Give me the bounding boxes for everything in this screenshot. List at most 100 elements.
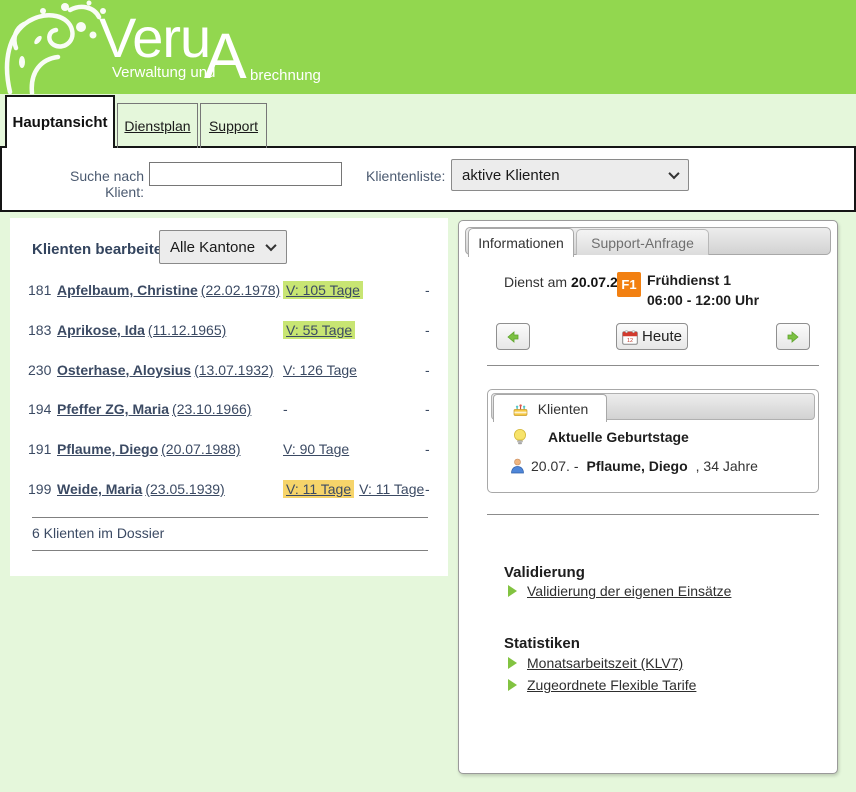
client-row: 194 Pfeffer ZG, Maria(23.10.1966) - - (10, 401, 448, 441)
duty-date-label: Dienst am20.07.22: (504, 274, 629, 290)
client-id: 230 (28, 362, 57, 378)
statistics-link-row: Zugeordnete Flexible Tarife (508, 677, 696, 693)
vacation-link[interactable]: V: 90 Tage (283, 441, 349, 457)
chevron-down-icon (265, 240, 276, 251)
client-list-label: Klientenliste: (366, 168, 445, 184)
client-name-link[interactable]: Pflaume, Diego(20.07.1988) (57, 441, 283, 457)
vacation-link[interactable]: V: 105 Tage (283, 281, 363, 299)
main-tab-bar: Hauptansicht Dienstplan Support (0, 94, 856, 148)
logo-tagline-left: Verwaltung und (112, 64, 215, 81)
tab-support[interactable]: Support (200, 103, 267, 148)
floral-decoration-icon (2, 0, 114, 94)
canton-filter-select[interactable]: Alle Kantone (159, 230, 287, 264)
client-dash: - (425, 481, 439, 497)
birthday-cake-icon (512, 401, 529, 417)
client-name-link[interactable]: Weide, Maria(23.05.1939) (57, 481, 283, 497)
previous-day-button[interactable] (496, 323, 530, 350)
vacation-cell: V: 105 Tage (283, 282, 425, 298)
green-triangle-icon (508, 585, 517, 597)
tab-support-anfrage[interactable]: Support-Anfrage (576, 229, 709, 255)
klienten-widget: Klienten Aktuelle Geburtstage 20.07. - Pf… (487, 389, 819, 493)
client-name-link[interactable]: Osterhase, Aloysius(13.07.1932) (57, 362, 283, 378)
client-name: Apfelbaum, Christine (57, 282, 198, 298)
person-icon (510, 458, 525, 474)
client-dash: - (425, 362, 439, 378)
client-id: 199 (28, 481, 57, 497)
client-name: Pflaume, Diego (57, 441, 158, 457)
client-name: Osterhase, Aloysius (57, 362, 191, 378)
client-list-select[interactable]: aktive Klienten (451, 159, 689, 191)
flexible-tariffs-link[interactable]: Zugeordnete Flexible Tarife (527, 677, 696, 693)
divider (32, 517, 428, 518)
lightbulb-icon (512, 428, 528, 446)
search-label: Suche nach Klient: (32, 168, 144, 200)
logo-text-main: Veru (99, 10, 210, 66)
shift-details: Frühdienst 1 06:00 - 12:00 Uhr (647, 270, 759, 310)
birthday-entry-name: Pflaume, Diego (586, 458, 687, 474)
divider (32, 550, 428, 551)
client-birthdate: (23.10.1966) (172, 401, 251, 417)
birthday-entry-row: 20.07. - Pflaume, Diego , 34 Jahre (510, 458, 758, 474)
statistics-section-title: Statistiken (504, 635, 580, 652)
clients-panel-title: Klienten bearbeiten (32, 241, 171, 258)
svg-text:12: 12 (627, 338, 633, 344)
today-button-label: Heute (642, 328, 682, 345)
divider (487, 365, 819, 366)
birthday-title: Aktuelle Geburtstage (548, 429, 689, 445)
client-row: 199 Weide, Maria(23.05.1939) V: 11 TageV… (10, 481, 448, 521)
next-day-button[interactable] (776, 323, 810, 350)
client-id: 181 (28, 282, 57, 298)
klienten-tab-label: Klienten (538, 401, 589, 417)
arrow-right-icon (785, 329, 801, 345)
vacation-link[interactable]: V: 11 Tage (283, 480, 354, 498)
today-button[interactable]: 12 Heute (616, 323, 688, 350)
vacation-cell: V: 11 Tage V: 11 Tage (283, 481, 425, 497)
canton-selected-value: Alle Kantone (170, 239, 255, 256)
vacation-cell: V: 126 Tage (283, 362, 425, 378)
client-birthdate: (22.02.1978) (201, 282, 280, 298)
tab-dienstplan[interactable]: Dienstplan (117, 103, 198, 148)
vacation-cell: V: 55 Tage (283, 322, 425, 338)
client-birthdate: (20.07.1988) (161, 441, 240, 457)
search-bar: Suche nach Klient: Klientenliste: aktive… (0, 148, 856, 212)
client-name-link[interactable]: Apfelbaum, Christine(22.02.1978) (57, 282, 283, 298)
client-birthdate: (23.05.1939) (145, 481, 224, 497)
validation-section-title: Validierung (504, 564, 585, 581)
shift-name: Frühdienst 1 (647, 270, 759, 290)
birthday-header-row: Aktuelle Geburtstage (512, 428, 689, 446)
info-panel: Informationen Support-Anfrage Dienst am2… (458, 220, 838, 774)
tab-hauptansicht[interactable]: Hauptansicht (5, 95, 115, 148)
client-row: 191 Pflaume, Diego(20.07.1988) V: 90 Tag… (10, 441, 448, 481)
green-triangle-icon (508, 657, 517, 669)
clients-panel: Klienten bearbeiten Alle Kantone 181 Apf… (10, 218, 448, 576)
client-birthdate: (11.12.1965) (148, 322, 226, 338)
client-id: 183 (28, 322, 57, 338)
birthday-entry-date: 20.07. - (531, 458, 578, 474)
tab-klienten[interactable]: Klienten (493, 394, 607, 422)
validation-link-row: Validierung der eigenen Einsätze (508, 583, 731, 599)
tab-informationen[interactable]: Informationen (468, 228, 574, 257)
client-name-link[interactable]: Pfeffer ZG, Maria(23.10.1966) (57, 401, 283, 417)
monthly-worktime-link[interactable]: Monatsarbeitszeit (KLV7) (527, 655, 683, 671)
logo-tagline-right: brechnung (250, 67, 321, 84)
validation-link[interactable]: Validierung der eigenen Einsätze (527, 583, 731, 599)
client-search-input[interactable] (149, 162, 342, 186)
vacation-link[interactable]: V: 55 Tage (283, 321, 355, 339)
vacation-link-2[interactable]: V: 11 Tage (359, 481, 424, 497)
client-name: Aprikose, Ida (57, 322, 145, 338)
client-id: 191 (28, 441, 57, 457)
app-header: Veru A Verwaltung und brechnung (0, 0, 856, 94)
birthday-entry-age: , 34 Jahre (696, 458, 758, 474)
vacation-link[interactable]: V: 126 Tage (283, 362, 357, 378)
client-birthdate: (13.07.1932) (194, 362, 273, 378)
client-list: 181 Apfelbaum, Christine(22.02.1978) V: … (10, 282, 448, 521)
arrow-left-icon (505, 329, 521, 345)
client-name: Weide, Maria (57, 481, 142, 497)
vacation-empty: - (283, 401, 288, 417)
shift-time: 06:00 - 12:00 Uhr (647, 290, 759, 310)
shift-badge: F1 (617, 272, 641, 297)
statistics-link-row: Monatsarbeitszeit (KLV7) (508, 655, 683, 671)
client-list-selected-value: aktive Klienten (462, 167, 560, 184)
chevron-down-icon (668, 168, 679, 179)
client-name-link[interactable]: Aprikose, Ida(11.12.1965) (57, 322, 283, 338)
